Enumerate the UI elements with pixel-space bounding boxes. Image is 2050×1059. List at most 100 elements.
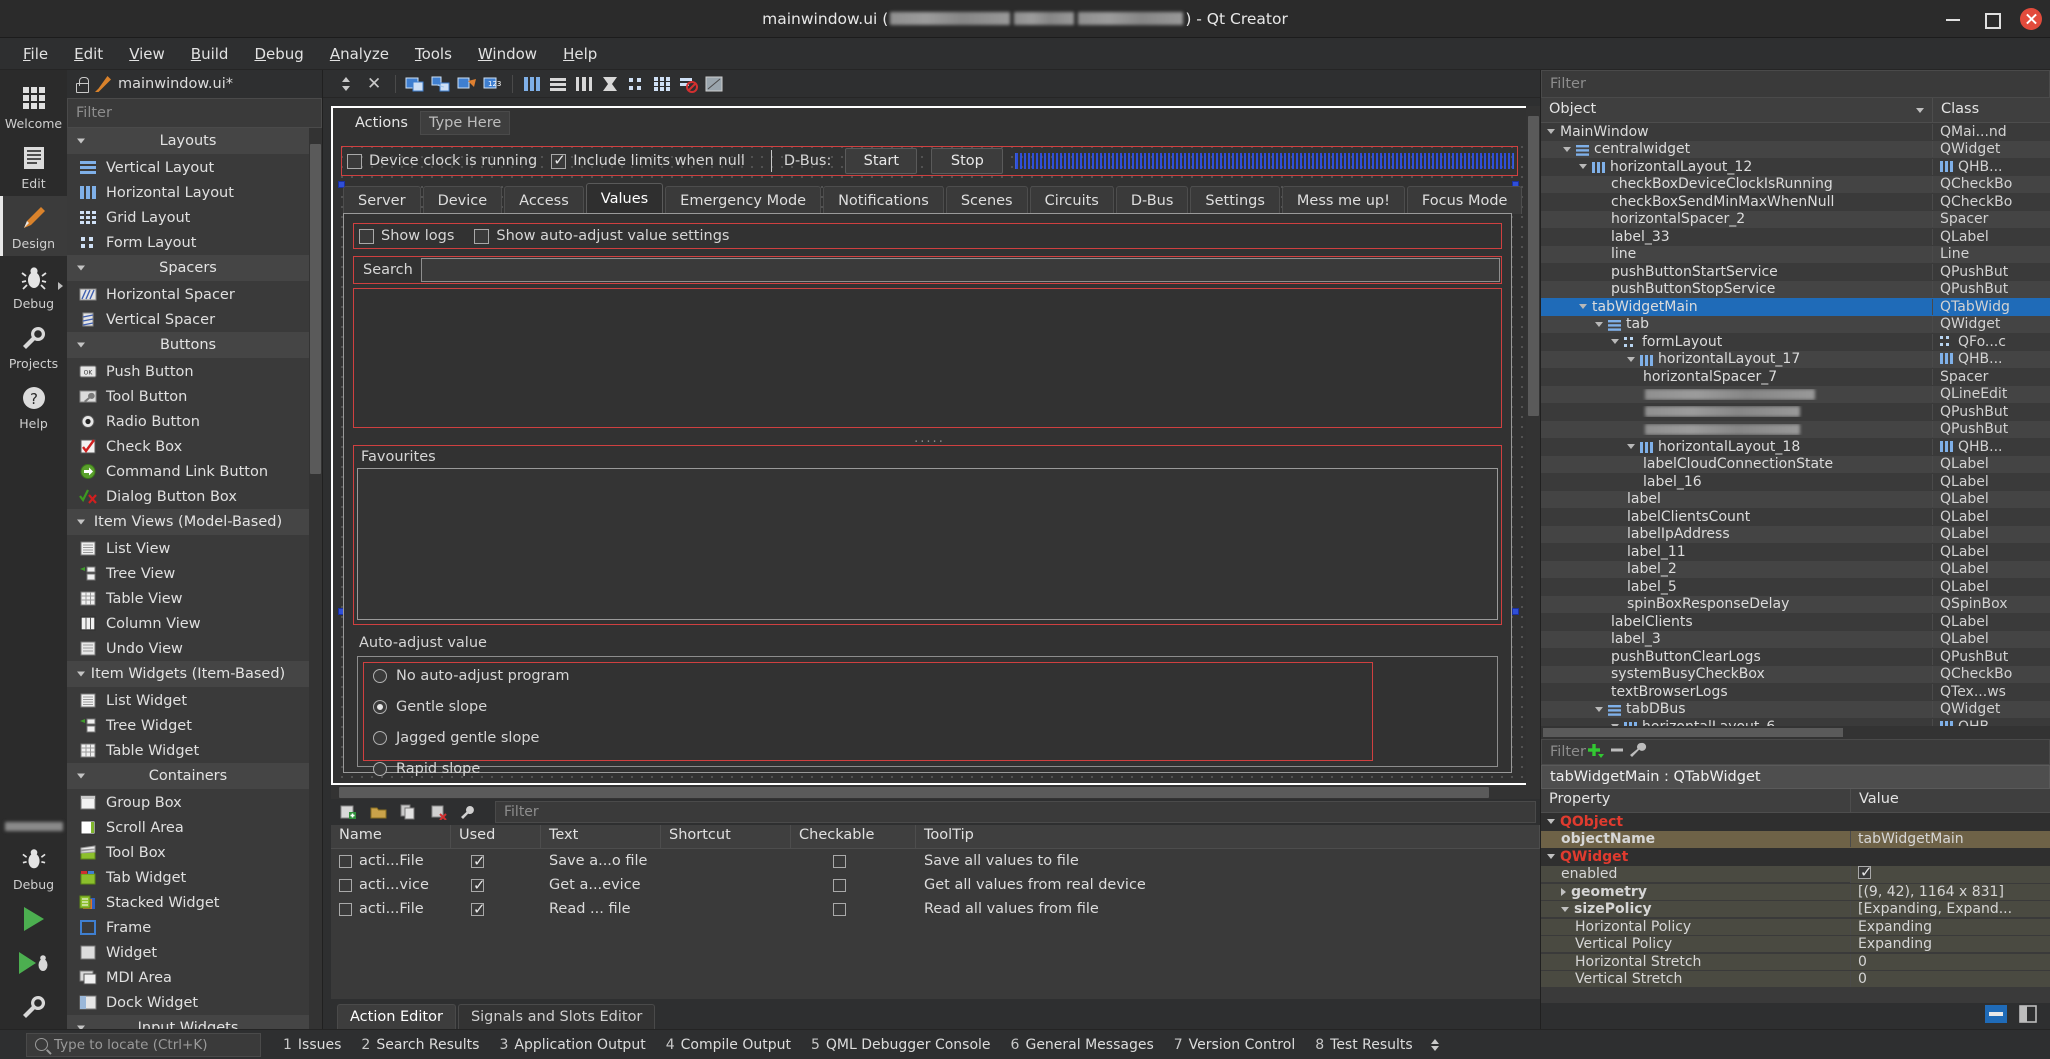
form-tab-values[interactable]: Values (585, 183, 664, 214)
form-menu-actions[interactable]: Actions (347, 112, 416, 134)
object-tree-row[interactable]: spinBoxResponseDelay QSpinBox (1541, 595, 2050, 613)
object-tree-row[interactable]: labelIpAddress QLabel (1541, 525, 2050, 543)
checkbox-show-logs[interactable] (359, 228, 374, 244)
action-row-used[interactable] (471, 852, 486, 870)
radio-indicator[interactable] (373, 731, 387, 745)
tab-action-editor[interactable]: Action Editor (337, 1004, 456, 1029)
property-value[interactable]: tabWidgetMain (1850, 831, 2050, 848)
col-class[interactable]: Class (1932, 98, 2050, 122)
object-tree-row[interactable]: labelCloudConnectionState QLabel (1541, 455, 2050, 473)
object-tree-row[interactable]: tab QWidget (1541, 315, 2050, 333)
object-tree-row[interactable]: QPushBut (1541, 420, 2050, 438)
widget-item-stacked-widget[interactable]: Stacked Widget (67, 890, 309, 915)
widget-item-tab-widget[interactable]: Tab Widget (67, 865, 309, 890)
radio-rapid-slope[interactable]: Rapid slope (373, 761, 570, 777)
values-table-outline[interactable] (353, 288, 1502, 428)
output-pane-qml-debugger-console[interactable]: 5 QML Debugger Console (801, 1033, 1001, 1057)
widget-item-tree-view[interactable]: Tree View (67, 561, 309, 586)
action-row-checkable[interactable] (833, 854, 846, 868)
action-row[interactable]: acti...vice Get a...evice Get all values f… (331, 873, 1540, 897)
chevron-down-icon[interactable] (1547, 819, 1555, 825)
locator-input[interactable]: Type to locate (Ctrl+K) (26, 1032, 261, 1057)
property-editor-filter[interactable]: Filter (1541, 739, 2050, 765)
widget-item-dialog-button-box[interactable]: Dialog Button Box (67, 484, 309, 509)
property-row[interactable]: Vertical Policy Expanding (1541, 936, 2050, 954)
mode-welcome[interactable]: Welcome (0, 76, 67, 136)
widget-item-group-box[interactable]: Group Box (67, 790, 309, 815)
object-tree-row[interactable]: horizontalLayout_18 QHB... (1541, 438, 2050, 456)
build-button[interactable] (0, 985, 67, 1029)
widget-item-check-box[interactable]: Check Box (67, 434, 309, 459)
output-pane-application-output[interactable]: 3 Application Output (489, 1033, 655, 1057)
menu-tools[interactable]: Tools (402, 41, 465, 67)
form-tab-focus-mode[interactable]: Focus Mode (1406, 186, 1523, 214)
widget-item-grid-layout[interactable]: Grid Layout (67, 205, 309, 230)
mode-projects[interactable]: Projects (0, 316, 67, 376)
widget-box-scrollbar[interactable] (309, 128, 322, 1029)
form-frame[interactable]: Actions Type Here Device clock is runnin… (331, 106, 1528, 785)
object-tree-row[interactable]: horizontalSpacer_7 Spacer (1541, 368, 2050, 386)
break-layout-icon[interactable] (675, 72, 701, 96)
object-inspector[interactable]: Object Class MainWindow QMai...nd centralw… (1541, 98, 2050, 739)
widget-item-frame[interactable]: Frame (67, 915, 309, 940)
action-row-used[interactable] (471, 876, 486, 894)
mode-help[interactable]: ? Help (0, 376, 67, 436)
chevron-down-icon[interactable] (1579, 304, 1587, 310)
widget-item-form-layout[interactable]: Form Layout (67, 230, 309, 255)
edit-signals-slots-icon[interactable] (428, 72, 454, 96)
start-service-button[interactable]: Start (845, 148, 918, 174)
chevron-right-icon[interactable] (1561, 887, 1566, 896)
widget-category-input-widgets[interactable]: Input Widgets (67, 1015, 309, 1029)
edit-tab-order-icon[interactable]: 123 (480, 72, 506, 96)
plus-icon[interactable] (1586, 744, 1604, 762)
action-editor-table[interactable]: Name Used Text Shortcut Checkable ToolTi… (331, 825, 1540, 999)
widget-category-layouts[interactable]: Layouts (67, 128, 309, 155)
col-shortcut[interactable]: Shortcut (661, 825, 791, 848)
object-tree-row[interactable]: labelClients QLabel (1541, 613, 2050, 631)
object-tree-row[interactable]: checkBoxDeviceClockIsRunning QCheckBo (1541, 175, 2050, 193)
object-tree-row[interactable]: label_33 QLabel (1541, 228, 2050, 246)
object-tree-row[interactable]: QPushBut (1541, 403, 2050, 421)
widget-item-tool-box[interactable]: Tool Box (67, 840, 309, 865)
property-row[interactable]: sizePolicy [Expanding, Expand... (1541, 901, 2050, 919)
menu-view[interactable]: View (116, 41, 178, 67)
widget-item-vertical-layout[interactable]: Vertical Layout (67, 155, 309, 180)
object-tree-row[interactable]: QLineEdit (1541, 385, 2050, 403)
widget-box-list[interactable]: Layouts Vertical Layout Horizontal Layout G… (67, 128, 322, 1029)
widget-item-horizontal-layout[interactable]: Horizontal Layout (67, 180, 309, 205)
form-tab-mess-me-up[interactable]: Mess me up! (1281, 186, 1405, 214)
layout-horizontally-icon[interactable] (519, 72, 545, 96)
object-tree-row[interactable]: line Line (1541, 245, 2050, 263)
chevron-down-icon[interactable] (1547, 129, 1555, 135)
output-pane-test-results[interactable]: 8 Test Results (1305, 1033, 1423, 1057)
action-row-checkbox[interactable] (339, 902, 352, 916)
object-tree-row[interactable]: pushButtonStopService QPushBut (1541, 280, 2050, 298)
property-value[interactable]: 0 (1850, 971, 2050, 988)
object-tree-row[interactable]: labelClientsCount QLabel (1541, 508, 2050, 526)
col-value[interactable]: Value (1850, 789, 2050, 812)
property-value[interactable]: [Expanding, Expand... (1850, 901, 2050, 918)
object-tree-row[interactable]: pushButtonStartService QPushBut (1541, 263, 2050, 281)
edit-buddies-icon[interactable] (454, 72, 480, 96)
minus-icon[interactable] (1609, 746, 1625, 762)
radio-indicator[interactable] (373, 700, 387, 714)
widget-category-item-widgets-item-based[interactable]: Item Widgets (Item-Based) (67, 661, 309, 688)
checkbox-include-limits[interactable] (551, 151, 567, 169)
checkbox-show-autoadjust[interactable] (474, 228, 490, 244)
object-tree-row[interactable]: pushButtonClearLogs QPushBut (1541, 648, 2050, 666)
col-tooltip[interactable]: ToolTip (916, 825, 1540, 848)
action-editor-filter[interactable]: Filter (495, 801, 1536, 823)
copy-action-icon[interactable] (395, 800, 421, 824)
object-tree-row[interactable]: horizontalSpacer_2 Spacer (1541, 210, 2050, 228)
menu-help[interactable]: Help (550, 41, 610, 67)
mode-debug[interactable]: Debug (0, 256, 67, 316)
radio-no-auto-adjust-program[interactable]: No auto-adjust program (373, 668, 570, 684)
object-inspector-rows[interactable]: MainWindow QMai...nd centralwidget QWidget h… (1541, 123, 2050, 726)
widget-item-list-widget[interactable]: List Widget (67, 688, 309, 713)
action-row-checkable[interactable] (833, 878, 846, 892)
widget-category-spacers[interactable]: Spacers (67, 255, 309, 282)
layout-vertically-icon[interactable] (545, 72, 571, 96)
split-view-icon[interactable] (2018, 1004, 2038, 1028)
object-tree-row[interactable]: formLayout QFo...c (1541, 333, 2050, 351)
property-row[interactable]: Horizontal Stretch 0 (1541, 953, 2050, 971)
